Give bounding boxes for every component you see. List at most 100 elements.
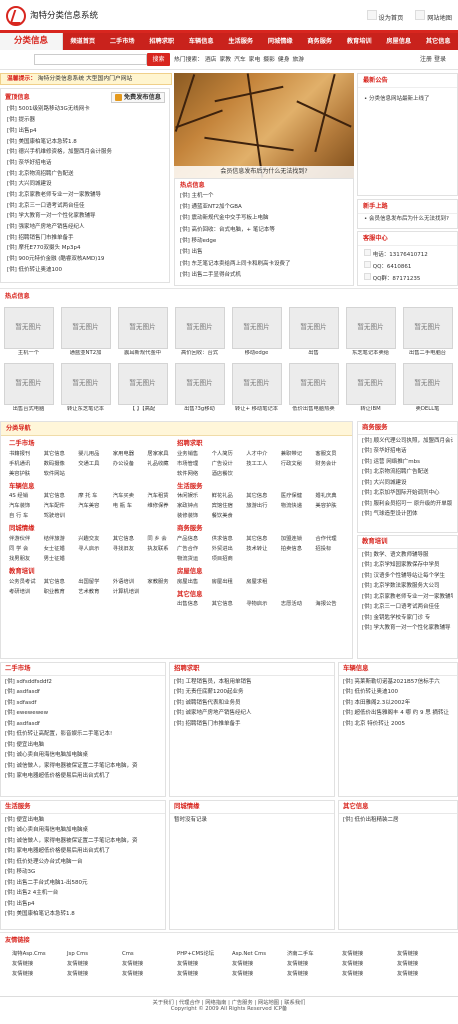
biz-service-item[interactable]: [供] 北京加华国际开始调剂中心 [362, 488, 453, 499]
category-link[interactable]: 结伴旅游 [44, 534, 79, 544]
notice-item[interactable]: • 分类信息网站最新上线了 [364, 94, 451, 105]
category-link[interactable]: 海报公告 [315, 599, 350, 609]
category-group-title[interactable]: 同城情缘 [9, 525, 182, 533]
site-logo[interactable]: 淘特分类信息系统 [6, 5, 116, 27]
category-link[interactable]: 摩 托 车 [78, 491, 113, 501]
category-link[interactable]: 房屋求租 [246, 577, 281, 587]
pic-card[interactable]: 暂无图片 低价出售电脑热卖 [285, 363, 342, 413]
hot-info-item[interactable]: [供] 东芝笔记本卖给两上同卡和刷高卡设费了 [180, 258, 348, 269]
category-link[interactable]: 广告合作 [177, 544, 212, 554]
section-item[interactable]: [供] 美国康柏笔记本急转1.8 [5, 909, 161, 920]
section-item[interactable]: [供] 诚信做人，家得电器被保证置二手笔记本电脑，资 [5, 836, 161, 847]
friend-link[interactable]: Asp.Net Cms [232, 949, 287, 959]
edu-item[interactable]: [供] 数学、语文教师辅导服 [362, 550, 453, 561]
category-link[interactable]: 医疗保健 [281, 491, 316, 501]
category-link[interactable]: 电 瓶 车 [113, 501, 148, 511]
category-link[interactable]: 其它信息 [44, 577, 79, 587]
latest-item[interactable]: [供] 奈华好招电话 [7, 158, 163, 169]
biz-service-item[interactable]: [供] 气球造型设计团体 [362, 509, 453, 520]
pic-card[interactable]: 暂无图片 出售二手电脑台 [399, 307, 456, 357]
section-item[interactable]: [供] 家电电器超低价格便易后用出台式机了 [5, 771, 161, 782]
section-item[interactable]: 暂时没有记录 [174, 815, 330, 826]
section-item[interactable]: [供] 超低价出售雅阁丰 4 哪 约 9 思 摘转让 [343, 708, 453, 719]
category-link[interactable]: 家政钟点 [177, 501, 212, 511]
biz-service-item[interactable]: [供] 北京物流招聘广告配送 [362, 467, 453, 478]
section-item[interactable]: [供] 低价转让奥迪100 [343, 687, 453, 698]
friend-link[interactable]: 友情链接 [397, 949, 452, 959]
category-link[interactable]: 旅游出行 [246, 501, 281, 511]
category-link[interactable]: 汽车美容 [78, 501, 113, 511]
section-item[interactable]: [供] 无责任底薪1200起业务 [174, 687, 330, 698]
pic-placeholder[interactable]: 暂无图片 [345, 307, 396, 349]
section-item[interactable]: [供] 便宜出电脑 [5, 815, 161, 826]
login-link[interactable]: 登录 [434, 56, 446, 63]
section-item[interactable]: [供] 低价出租精装二居 [343, 815, 453, 826]
category-link[interactable]: 软件网络 [177, 469, 212, 479]
section-item[interactable]: [供] 出售2 4主机一台 [5, 888, 161, 899]
section-item[interactable]: [供] 移动3G [5, 867, 161, 878]
pic-placeholder[interactable]: 暂无图片 [231, 307, 282, 349]
category-link[interactable]: 自 行 车 [9, 511, 44, 521]
category-group-title[interactable]: 房屋信息 [177, 567, 350, 576]
biz-service-item[interactable]: [供] 服利会员招可一 原升级的开单版 [362, 499, 453, 510]
category-link[interactable]: 合作代理 [315, 534, 350, 544]
search-input[interactable] [34, 54, 147, 65]
category-link[interactable]: 考研培训 [9, 587, 44, 597]
category-link[interactable]: 财务会计 [315, 459, 350, 469]
category-group-title[interactable]: 商务服务 [177, 525, 350, 533]
friend-link[interactable]: 友情链接 [397, 959, 452, 969]
category-link[interactable]: 业务销售 [177, 449, 212, 459]
pic-card[interactable]: 暂无图片 东芝笔记本卖给 [342, 307, 399, 357]
category-link[interactable]: 其它信息 [113, 534, 148, 544]
category-link[interactable]: 美容护肤 [9, 469, 44, 479]
hot-search-item[interactable]: 家电 [249, 57, 261, 63]
category-link[interactable]: 鲜花礼品 [212, 491, 247, 501]
category-link[interactable]: 职业教育 [44, 587, 79, 597]
category-link[interactable]: 软件网站 [44, 469, 79, 479]
hot-info-item[interactable]: [供] 移动edge [180, 236, 348, 247]
pic-card[interactable]: 暂无图片 出售?3g移动 [171, 363, 228, 413]
category-link[interactable]: 其它信息 [246, 491, 281, 501]
friend-link[interactable]: Jsp Cms [67, 949, 122, 959]
hot-search-item[interactable]: 摄影 [263, 57, 275, 63]
pic-card[interactable]: 暂无图片 移动edge [228, 307, 285, 357]
hot-info-item[interactable]: [供] 主机一个 [180, 190, 348, 201]
friend-link[interactable]: 友情链接 [12, 969, 67, 979]
category-link[interactable]: 其它信息 [212, 599, 247, 609]
friend-link[interactable]: 友情链接 [177, 969, 232, 979]
pic-caption[interactable]: 转让东芝笔记本 [67, 406, 104, 413]
friend-link[interactable]: 友情链接 [397, 969, 452, 979]
pic-caption[interactable]: 卖DELL笔 [416, 406, 440, 413]
pic-caption[interactable]: 【 】【高配 [130, 406, 156, 413]
set-home-link[interactable]: 设为首页 [366, 10, 403, 22]
category-link[interactable]: 办公设备 [113, 459, 148, 469]
section-item[interactable]: [供] 工程销售员，本租用单销售 [174, 677, 330, 688]
edu-item[interactable]: [供] 北京学知园家教保存中学员 [362, 560, 453, 571]
category-link[interactable]: 汽车买卖 [113, 491, 148, 501]
category-group-title[interactable]: 车辆信息 [9, 482, 182, 491]
edu-item[interactable]: [供] 北京三一口语考试两台佳佳 [362, 602, 453, 613]
section-item[interactable]: [供] 诚心卖自用海信电脑加电脑桌 [5, 750, 161, 761]
pic-caption[interactable]: 出售二手电脑台 [409, 350, 446, 357]
hot-info-item[interactable]: [供] 通蓝亚NT2加个GBA [180, 202, 348, 213]
nav-item[interactable]: 二手市场 [110, 38, 135, 45]
category-link[interactable]: 家用电器 [113, 449, 148, 459]
category-link[interactable]: 兼职带记 [281, 449, 316, 459]
category-link[interactable]: 市场管理 [177, 459, 212, 469]
section-item[interactable]: [供] 招聘销售门市推单备手 [174, 719, 330, 730]
pic-caption[interactable]: 通蓝亚NT2加 [70, 350, 102, 357]
pic-placeholder[interactable]: 暂无图片 [174, 363, 225, 405]
section-item[interactable]: [供] sdfasdf [5, 698, 161, 709]
category-link[interactable]: 寻找旧友 [113, 544, 148, 554]
hot-search-item[interactable]: 健身 [278, 57, 290, 63]
category-link[interactable]: 志愿活动 [281, 599, 316, 609]
pic-card[interactable]: 暂无图片 卖DELL笔 [399, 363, 456, 413]
category-link[interactable]: 技术转让 [246, 544, 281, 554]
nav-item[interactable]: 频道首页 [70, 38, 95, 45]
biz-service-item[interactable]: [供] 大兴同城建设 [362, 478, 453, 489]
pic-placeholder[interactable]: 暂无图片 [288, 307, 339, 349]
friend-link[interactable]: 友情链接 [232, 969, 287, 979]
category-group-title[interactable]: 二手市场 [9, 439, 182, 448]
edu-item[interactable]: [供] 学大教育一对一个性化家教辅导 [362, 623, 453, 634]
category-link[interactable]: 交通工具 [78, 459, 113, 469]
